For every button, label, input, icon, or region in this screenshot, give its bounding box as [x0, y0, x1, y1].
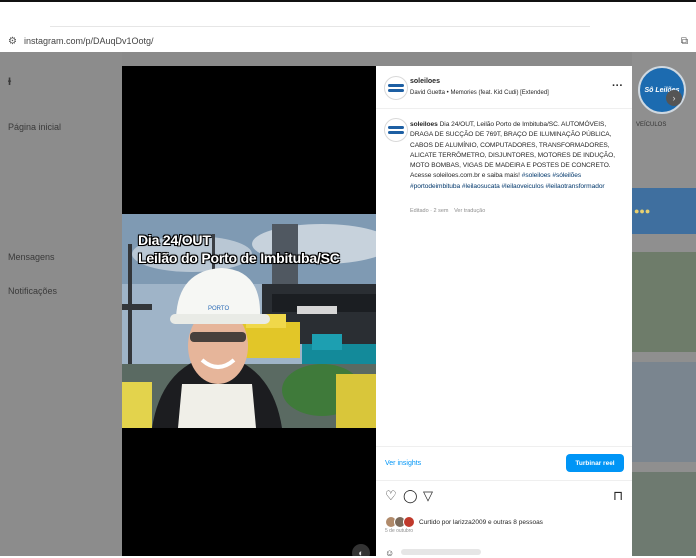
sidebar-item-notifications: Notificações — [8, 286, 58, 296]
comment-icon[interactable]: ◯ — [403, 488, 418, 504]
sidebar-item-messages: Mensagens — [8, 252, 55, 262]
post-actions: ♡ ◯ ▽ ⊓ — [385, 488, 625, 504]
address-bar[interactable]: ⚙ instagram.com/p/DAuqDv1Ootg/ ⧉ — [8, 32, 688, 50]
caption-meta: Editado · 2 sem Ver tradução — [410, 208, 489, 214]
boost-reel-button[interactable]: Turbinar reel — [566, 454, 624, 472]
window-top-border — [0, 0, 696, 2]
post-caption: soleiloes Dia 24/OUT, Leilão Porto de Im… — [410, 120, 624, 192]
more-icon[interactable]: ··· — [612, 80, 623, 92]
heart-icon[interactable]: ♡ — [385, 488, 397, 504]
background-sidebar: Ɨ Página inicial Mensagens Notificações — [0, 52, 122, 556]
emoji-icon[interactable]: ☺ — [385, 548, 394, 558]
reel-overlay-title: Dia 24/OUT — [138, 232, 211, 248]
background-tile — [632, 252, 696, 352]
bookmark-icon[interactable]: ⊓ — [613, 488, 623, 504]
actions-divider — [376, 480, 632, 481]
caption-avatar[interactable] — [384, 118, 408, 142]
reel-video[interactable]: PORTO Dia 24/OUT Leilão do Porto de Imbi… — [122, 66, 376, 556]
background-tile — [632, 472, 696, 556]
send-icon[interactable]: ▽ — [423, 488, 433, 504]
liked-by-text: Curtido por larizza2009 e outras 8 pesso… — [419, 518, 543, 526]
author-avatar[interactable] — [384, 76, 408, 100]
comment-input-row[interactable]: ☺ — [385, 548, 625, 558]
footer-divider — [376, 446, 632, 447]
extension-icon[interactable]: ⧉ — [672, 36, 688, 47]
instagram-logo-fragment: Ɨ — [8, 76, 12, 88]
see-translation-link[interactable]: Ver tradução — [454, 208, 485, 214]
liker-avatars — [385, 516, 415, 528]
likes-summary[interactable]: Curtido por larizza2009 e outras 8 pesso… — [385, 516, 543, 528]
reel-overlay-subtitle: Leilão do Porto de Imbituba/SC — [138, 250, 340, 266]
highlight-label: VEÍCULOS — [636, 122, 667, 128]
tune-icon[interactable]: ⚙ — [8, 36, 24, 47]
view-insights-link[interactable]: Ver insights — [385, 460, 421, 467]
post-side-panel: soleiloes David Guetta • Memories (feat.… — [376, 66, 632, 558]
brand-logo: Sô Leilões — [638, 66, 686, 114]
background-right-column: Sô Leilões › VEÍCULOS ●●● — [632, 52, 696, 556]
sidebar-item-home: Página inicial — [8, 122, 62, 132]
header-divider — [376, 108, 632, 109]
background-tile: ●●● — [632, 188, 696, 234]
next-post-button[interactable]: › — [666, 90, 682, 106]
liker-avatar — [403, 516, 415, 528]
author-username[interactable]: soleiloes — [410, 78, 440, 85]
background-tile — [632, 362, 696, 462]
tab-strip-divider — [50, 26, 590, 27]
svg-text:PORTO: PORTO — [208, 306, 229, 312]
caption-text: Dia 24/OUT, Leilão Porto de Imbituba/SC.… — [410, 121, 616, 180]
audio-track-link[interactable]: David Guetta • Memories (feat. Kid Cudi)… — [410, 90, 549, 96]
caption-username[interactable]: soleiloes — [410, 121, 438, 128]
url-text[interactable]: instagram.com/p/DAuqDv1Ootg/ — [24, 36, 672, 46]
edited-timestamp: Editado · 2 sem — [410, 208, 449, 214]
post-date[interactable]: 5 de outubro — [385, 528, 413, 534]
audio-icon[interactable]: ◐ — [352, 544, 370, 556]
comment-input[interactable] — [401, 549, 481, 555]
